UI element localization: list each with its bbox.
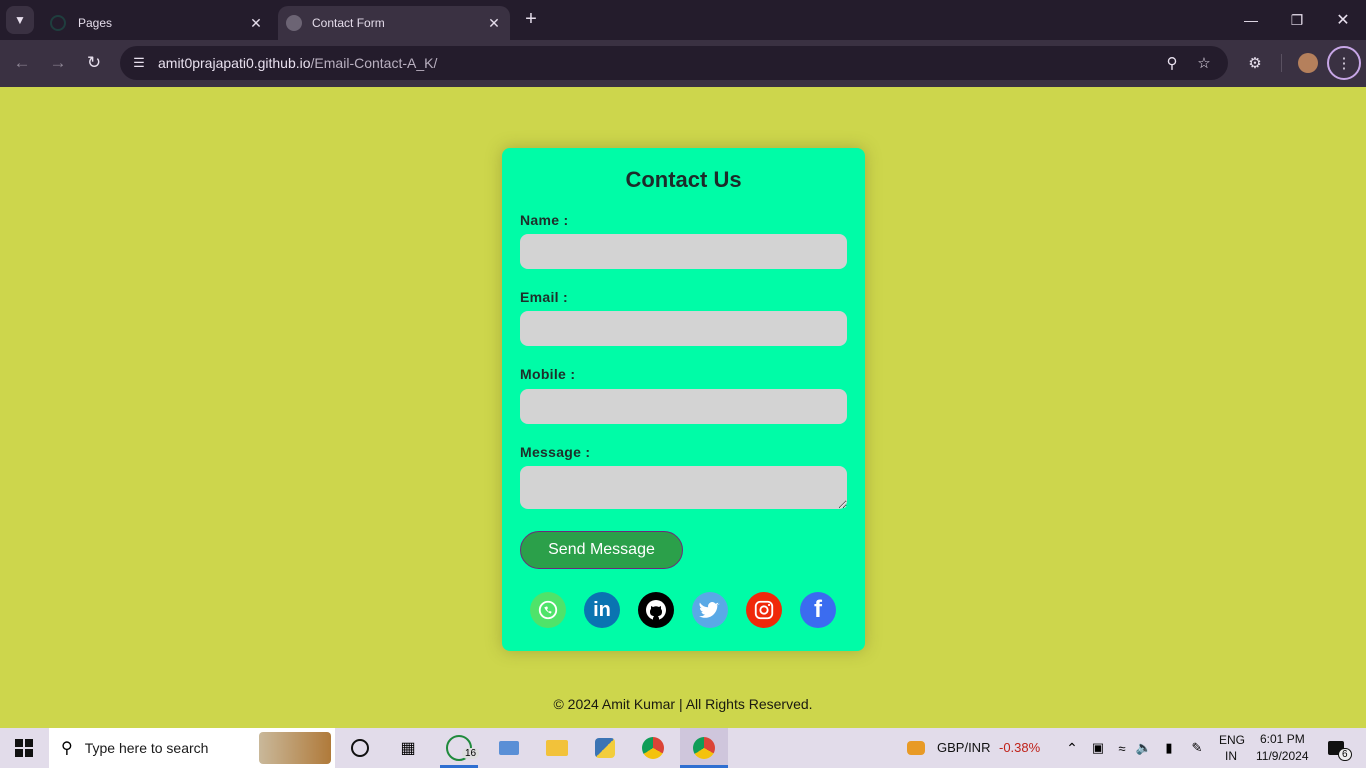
volume-icon[interactable]: 🔈	[1134, 728, 1154, 768]
more-menu-button[interactable]: ⋮	[1327, 46, 1361, 80]
notification-icon[interactable]: 6	[1320, 728, 1352, 768]
tab-strip: ▼ Pages ✕ Contact Form ✕ + — ❐ ✕	[0, 0, 1366, 40]
restore-button[interactable]: ❐	[1274, 0, 1320, 40]
taskbar-search-placeholder: Type here to search	[84, 740, 209, 756]
url-path: /Email-Contact-A_K/	[310, 55, 438, 71]
profile-avatar[interactable]	[1298, 53, 1318, 73]
tab-pages[interactable]: Pages ✕	[40, 6, 272, 40]
battery-icon[interactable]: ▮	[1158, 728, 1180, 768]
toolbar-divider	[1281, 54, 1282, 72]
start-button[interactable]	[0, 728, 48, 768]
minimize-button[interactable]: —	[1228, 0, 1274, 40]
pen-icon[interactable]: ✎	[1186, 728, 1208, 768]
language-top: ENG	[1219, 733, 1246, 747]
twitter-icon[interactable]	[692, 592, 728, 628]
python-icon[interactable]	[584, 728, 626, 768]
tab-title: Pages	[78, 16, 113, 30]
cortana-icon[interactable]	[340, 728, 380, 768]
email-input[interactable]	[520, 311, 847, 346]
search-highlight-image	[259, 732, 331, 764]
coins-icon[interactable]	[902, 728, 930, 768]
mobile-label: Mobile :	[520, 366, 576, 382]
facebook-glyph: f	[814, 596, 822, 623]
wifi-icon[interactable]: ≈	[1112, 728, 1132, 768]
chevron-down-icon: ▼	[14, 13, 26, 27]
tab-search-button[interactable]: ▼	[6, 6, 34, 34]
extensions-icon[interactable]: ⚙	[1242, 50, 1268, 76]
github-favicon-icon	[50, 15, 66, 31]
bookmark-star-icon[interactable]: ☆	[1190, 46, 1218, 80]
new-tab-button[interactable]: +	[520, 8, 542, 30]
close-icon[interactable]: ✕	[244, 15, 268, 32]
language-bottom: IN	[1225, 749, 1237, 763]
close-icon[interactable]: ✕	[482, 15, 506, 32]
reload-button[interactable]: ↻	[82, 51, 106, 75]
tab-contact-form[interactable]: Contact Form ✕	[278, 6, 510, 40]
tab-title: Contact Form	[312, 16, 385, 30]
forward-button[interactable]: →	[46, 51, 70, 75]
chrome-icon[interactable]	[632, 728, 674, 768]
message-label: Message :	[520, 444, 591, 460]
footer-text: © 2024 Amit Kumar | All Rights Reserved.	[553, 696, 813, 712]
github-icon[interactable]	[638, 592, 674, 628]
message-textarea[interactable]	[520, 466, 847, 509]
laptop-app-icon[interactable]	[488, 728, 530, 768]
facebook-icon[interactable]: f	[800, 592, 836, 628]
window-close-button[interactable]: ✕	[1320, 0, 1366, 40]
send-message-button[interactable]: Send Message	[520, 531, 683, 569]
whatsapp-taskbar-icon[interactable]: 16	[438, 728, 480, 768]
ticker-label: GBP/INR	[937, 740, 991, 755]
task-view-icon[interactable]: ▦	[388, 728, 428, 768]
instagram-icon[interactable]	[746, 592, 782, 628]
email-label: Email :	[520, 289, 569, 305]
notification-badge: 6	[1338, 748, 1352, 761]
url-text[interactable]: amit0prajapati0.github.io/Email-Contact-…	[158, 55, 437, 71]
url-host: amit0prajapati0.github.io	[158, 55, 311, 71]
whatsapp-icon[interactable]	[530, 592, 566, 628]
back-button[interactable]: ←	[10, 51, 34, 75]
taskbar-search[interactable]: ⚲ Type here to search	[49, 728, 335, 768]
whatsapp-badge: 16	[462, 748, 480, 759]
file-explorer-icon[interactable]	[536, 728, 578, 768]
camera-icon[interactable]: ▣	[1088, 728, 1108, 768]
windows-logo-icon	[15, 739, 33, 757]
chevron-up-icon[interactable]: ⌃	[1062, 728, 1082, 768]
linkedin-icon[interactable]: in	[584, 592, 620, 628]
name-label: Name :	[520, 212, 569, 228]
name-input[interactable]	[520, 234, 847, 269]
site-info-icon[interactable]: ☰	[128, 52, 150, 74]
windows-taskbar: ⚲ Type here to search ▦ 16 GBP/INR -0.38…	[0, 728, 1366, 768]
clock-time[interactable]: 6:01 PM	[1260, 732, 1305, 746]
zoom-icon[interactable]: ⚲	[1158, 46, 1186, 80]
contact-card: Contact Us Name : Email : Mobile : Messa…	[502, 148, 865, 651]
mobile-input[interactable]	[520, 389, 847, 424]
chrome-profile-icon[interactable]	[680, 728, 728, 768]
browser-toolbar: ← → ↻ ☰ amit0prajapati0.github.io/Email-…	[0, 40, 1366, 87]
linkedin-glyph: in	[593, 598, 611, 621]
globe-icon	[286, 15, 302, 31]
search-icon: ⚲	[61, 740, 73, 757]
clock-date[interactable]: 11/9/2024	[1256, 749, 1309, 763]
ticker-change: -0.38%	[999, 740, 1041, 755]
address-bar[interactable]: ☰ amit0prajapati0.github.io/Email-Contac…	[120, 46, 1228, 80]
form-title: Contact Us	[625, 167, 742, 192]
